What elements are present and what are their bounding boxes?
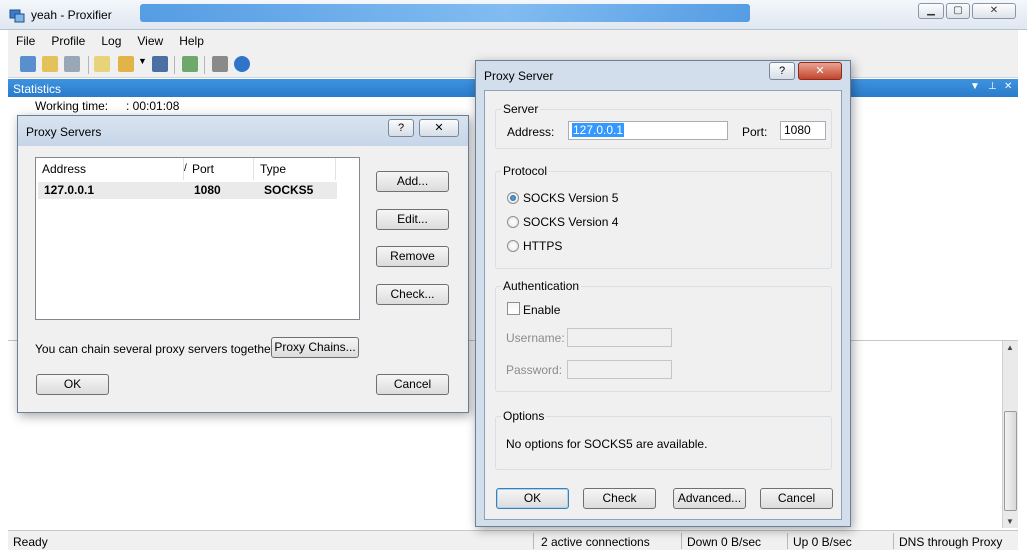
save-profile-icon[interactable] [152, 56, 168, 72]
new-profile-icon[interactable] [94, 56, 110, 72]
dialog-close-button[interactable]: ✕ [419, 119, 459, 137]
socks4-label[interactable]: SOCKS Version 4 [523, 215, 618, 229]
statistics-label: Statistics [13, 82, 62, 96]
row-address: 127.0.0.1 [44, 183, 95, 197]
maximize-button[interactable]: ▢ [946, 3, 970, 19]
authentication-group-label: Authentication [501, 279, 582, 293]
chain-text: You can chain several proxy servers toge… [35, 342, 279, 356]
protocol-group-label: Protocol [501, 164, 550, 178]
dropdown-icon[interactable]: ▼ [970, 81, 980, 92]
column-type[interactable]: Type [254, 158, 336, 180]
status-divider [893, 533, 894, 549]
username-input[interactable] [567, 328, 672, 347]
cancel-button[interactable]: Cancel [376, 374, 449, 395]
working-time-label: Working time: [35, 99, 109, 113]
dialog-body: Server Address: 127.0.0.1 Port: 1080 Pro… [484, 90, 842, 520]
row-port: 1080 [194, 183, 221, 197]
menu-help[interactable]: Help [171, 30, 212, 48]
scroll-up-icon[interactable]: ▲ [1006, 343, 1014, 352]
enable-checkbox[interactable] [507, 302, 520, 315]
menu-profile[interactable]: Profile [43, 30, 93, 48]
row-type: SOCKS5 [264, 183, 314, 197]
proxy-server-dialog: Proxy Server ? ✕ Server Address: 127.0.0… [475, 60, 851, 527]
port-label: Port: [742, 125, 768, 139]
status-divider [533, 533, 534, 549]
cancel-button[interactable]: Cancel [760, 488, 833, 509]
proxy-servers-icon[interactable] [20, 56, 36, 72]
proxifier-app-icon [9, 9, 25, 23]
server-group-label: Server [501, 102, 541, 116]
status-divider [681, 533, 682, 549]
proxification-rules-icon[interactable] [42, 56, 58, 72]
options-group-label: Options [501, 409, 547, 423]
help-icon[interactable] [234, 56, 250, 72]
https-label[interactable]: HTTPS [523, 239, 562, 253]
socks4-radio[interactable] [507, 216, 519, 228]
name-resolution-icon[interactable] [64, 56, 80, 72]
menu-file[interactable]: File [8, 30, 43, 48]
dialog-title: Proxy Server [484, 69, 554, 83]
log-scrollbar[interactable]: ▲ ▼ [1002, 341, 1018, 528]
toolbar-separator [174, 56, 175, 74]
options-text: No options for SOCKS5 are available. [506, 437, 708, 451]
status-up: Up 0 B/sec [793, 535, 852, 549]
working-time-value: : 00:01:08 [126, 99, 180, 113]
open-profile-icon[interactable] [118, 56, 134, 72]
remove-button[interactable]: Remove [376, 246, 449, 267]
toolbar-separator [204, 56, 205, 74]
status-down: Down 0 B/sec [687, 535, 762, 549]
column-address[interactable]: Address [36, 158, 184, 180]
window-close-button[interactable]: ✕ [972, 3, 1016, 19]
dialog-title: Proxy Servers [26, 125, 102, 139]
proxy-servers-dialog: Proxy Servers ? ✕ Address / Port Type 12… [17, 115, 469, 413]
address-input[interactable]: 127.0.0.1 [568, 121, 728, 140]
ok-button[interactable]: OK [496, 488, 569, 509]
status-ready: Ready [13, 535, 48, 549]
menu-view[interactable]: View [129, 30, 171, 48]
help-button[interactable]: ? [769, 62, 795, 80]
window-title: yeah - Proxifier [31, 8, 112, 22]
export-icon[interactable] [182, 56, 198, 72]
proxy-list[interactable]: Address / Port Type 127.0.0.1 1080 SOCKS… [35, 157, 360, 320]
menu-bar: File Profile Log View Help [8, 30, 1018, 52]
status-dns: DNS through Proxy [899, 535, 1003, 549]
status-bar: Ready 2 active connections Down 0 B/sec … [8, 530, 1018, 550]
dropdown-arrow-icon[interactable]: ▼ [138, 56, 147, 72]
status-divider [787, 533, 788, 549]
username-label: Username: [506, 331, 565, 345]
status-connections: 2 active connections [541, 535, 650, 549]
pin-icon[interactable]: ⊥ [988, 81, 997, 92]
help-button[interactable]: ? [388, 119, 414, 137]
address-label: Address: [507, 125, 555, 139]
dialog-close-button[interactable]: ✕ [798, 62, 842, 80]
socks5-label[interactable]: SOCKS Version 5 [523, 191, 618, 205]
close-icon[interactable]: ✕ [1004, 81, 1012, 92]
menu-log[interactable]: Log [93, 30, 129, 48]
main-titlebar: yeah - Proxifier ▁ ▢ ✕ [0, 0, 1027, 30]
column-port[interactable]: Port [186, 158, 254, 180]
check-button[interactable]: Check... [376, 284, 449, 305]
password-input[interactable] [567, 360, 672, 379]
proxy-chains-button[interactable]: Proxy Chains... [271, 337, 359, 358]
advanced-button[interactable]: Advanced... [673, 488, 746, 509]
socks5-radio[interactable] [507, 192, 519, 204]
add-button[interactable]: Add... [376, 171, 449, 192]
check-button[interactable]: Check [583, 488, 656, 509]
enable-label[interactable]: Enable [523, 303, 560, 317]
ok-button[interactable]: OK [36, 374, 109, 395]
minimize-button[interactable]: ▁ [918, 3, 944, 19]
edit-button[interactable]: Edit... [376, 209, 449, 230]
https-radio[interactable] [507, 240, 519, 252]
address-value: 127.0.0.1 [572, 123, 625, 137]
scroll-down-icon[interactable]: ▼ [1006, 517, 1014, 526]
toolbar-separator [88, 56, 89, 74]
port-input[interactable]: 1080 [780, 121, 826, 140]
print-icon[interactable] [212, 56, 228, 72]
blurred-title-area [140, 4, 750, 22]
scroll-thumb[interactable] [1004, 411, 1017, 511]
password-label: Password: [506, 363, 563, 377]
